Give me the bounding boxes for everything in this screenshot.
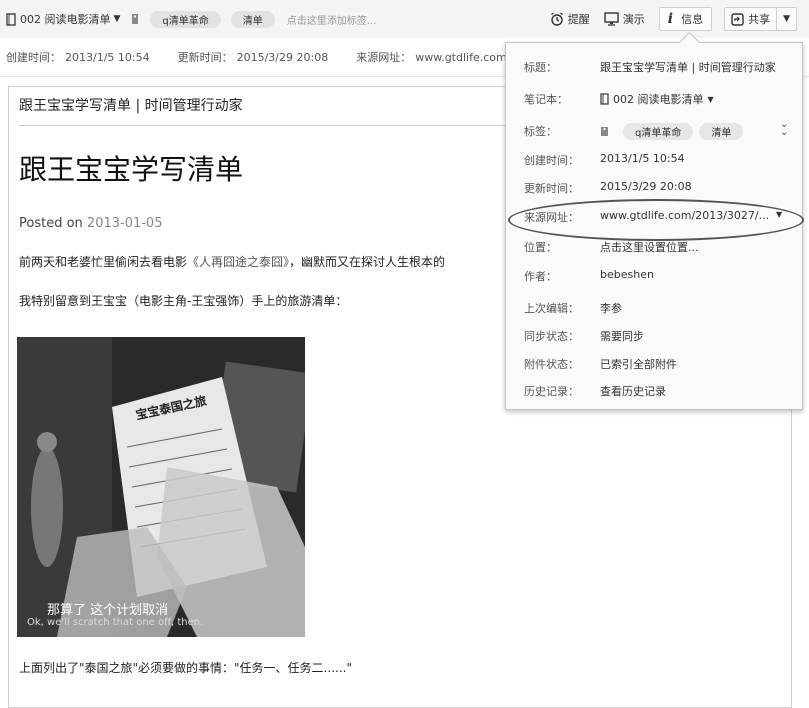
source-value[interactable]: www.gtdlife.com [415,51,507,64]
info-value-created[interactable]: 2013/1/5 10:54 [600,152,685,165]
info-value-sync: 需要同步 [600,330,644,343]
info-row-author: 作者： bebeshen [506,266,802,286]
info-value-updated[interactable]: 2015/3/29 20:08 [600,180,692,193]
present-label: 演示 [622,13,645,26]
expand-tags-icon[interactable]: ⌄ ⌄ [780,120,788,138]
info-row-attachments: 附件状态： 已索引全部附件 [506,354,802,374]
notebook-icon [6,12,16,26]
movie-still-image: 宝宝泰国之旅 那算了 这个计划取消 Ok, we'll scratch that… [17,337,305,637]
updated-label: 更新时间： [177,51,233,64]
info-label: 信息 [681,13,704,26]
info-label-notebook: 笔记本： [524,93,568,106]
share-label: 共享 [748,13,771,26]
info-value-location[interactable]: 点击这里设置位置... [600,239,699,255]
chevron-down-icon: ▼ [113,14,121,24]
info-row-sync: 同步状态： 需要同步 [506,326,802,346]
info-value-attachments: 已索引全部附件 [600,358,677,371]
tag-icon [601,127,608,136]
tag-pill[interactable]: 清单 [699,123,744,140]
share-button[interactable]: 共享 ▼ [724,7,797,31]
subtitle-chinese: 那算了 这个计划取消 [47,603,169,618]
info-label-author: 作者： [524,270,557,283]
tag-pill[interactable]: 清单 [230,10,275,28]
info-label-history: 历史记录： [524,385,579,398]
chevron-down-icon: ▼ [707,94,714,104]
info-label-title: 标题： [524,61,557,74]
info-row-last-edit: 上次编辑： 李参 [506,298,802,318]
info-row-tags: 标签： q清单革命 清单 ⌄ ⌄ [506,120,802,141]
movie-link[interactable]: 《人再囧途之泰囧》 [187,255,289,269]
share-icon [731,12,744,26]
info-value-last-edit: 李参 [600,302,622,315]
share-dropdown-arrow[interactable]: ▼ [776,8,796,30]
remind-label: 提醒 [567,13,590,26]
created-value: 2013/1/5 10:54 [65,50,150,64]
movie-still-graphic [17,337,305,637]
info-row-created: 创建时间： 2013/1/5 10:54 [506,150,802,170]
info-tags: q清单革命 清单 [600,123,744,140]
presentation-icon [604,12,619,26]
notebook-name: 002 阅读电影清单 [20,13,111,26]
created-label: 创建时间： [6,51,61,64]
highlight-oval [508,199,804,241]
info-value-author[interactable]: bebeshen [600,268,654,281]
note-info-popup: 标题： 跟王宝宝学写清单 | 时间管理行动家 笔记本： 002 阅读电影清单 ▼… [505,31,804,410]
info-label-last-edit: 上次编辑： [524,302,579,315]
info-row-updated: 更新时间： 2015/3/29 20:08 [506,178,802,198]
notebook-selector[interactable]: 002 阅读电影清单 ▼ [6,11,120,27]
info-icon: i [667,11,674,27]
view-history-link[interactable]: 查看历史记录 [600,383,666,399]
source-label: 来源网址： [356,51,412,64]
updated-value: 2015/3/29 20:08 [236,50,329,64]
subtitle-english: Ok, we'll scratch that one off, then. [27,617,204,628]
tag-pill[interactable]: q清单革命 [623,123,694,140]
alarm-clock-icon [550,12,563,26]
info-button[interactable]: i 信息 [658,7,713,31]
info-row-location: 位置： 点击这里设置位置... [506,237,802,257]
info-value-notebook: 002 阅读电影清单 [613,93,704,106]
present-button[interactable]: 演示 [604,11,645,27]
paragraph-3: 上面列出了"泰国之旅"必须要做的事情："任务一、任务二......" [19,661,352,675]
info-row-notebook: 笔记本： 002 阅读电影清单 ▼ [506,89,802,109]
tag-icon [130,13,140,25]
info-label-attachments: 附件状态： [524,358,579,371]
tag-pill[interactable]: q清单革命 [150,10,221,28]
info-label-tags: 标签： [524,125,557,138]
info-row-history: 历史记录： 查看历史记录 [506,381,802,401]
info-notebook-selector[interactable]: 002 阅读电影清单 ▼ [600,91,714,107]
posted-date[interactable]: 2013-01-05 [87,216,163,231]
remind-button[interactable]: 提醒 [550,11,590,27]
posted-label: Posted on [19,216,83,231]
info-value-title[interactable]: 跟王宝宝学写清单 | 时间管理行动家 [600,59,776,75]
add-tag-hint[interactable]: 点击这里添加标签... [287,12,377,27]
info-label-created: 创建时间： [524,154,579,167]
info-row-title: 标题： 跟王宝宝学写清单 | 时间管理行动家 [506,57,802,77]
info-label-updated: 更新时间： [524,182,579,195]
paragraph-text: ，幽默而又在探讨人生根本的 [289,255,446,269]
info-label-sync: 同步状态： [524,330,579,343]
notebook-icon [600,93,609,105]
paragraph-text: 前两天和老婆忙里偷闲去看电影 [19,255,188,269]
info-label-location: 位置： [524,241,557,254]
